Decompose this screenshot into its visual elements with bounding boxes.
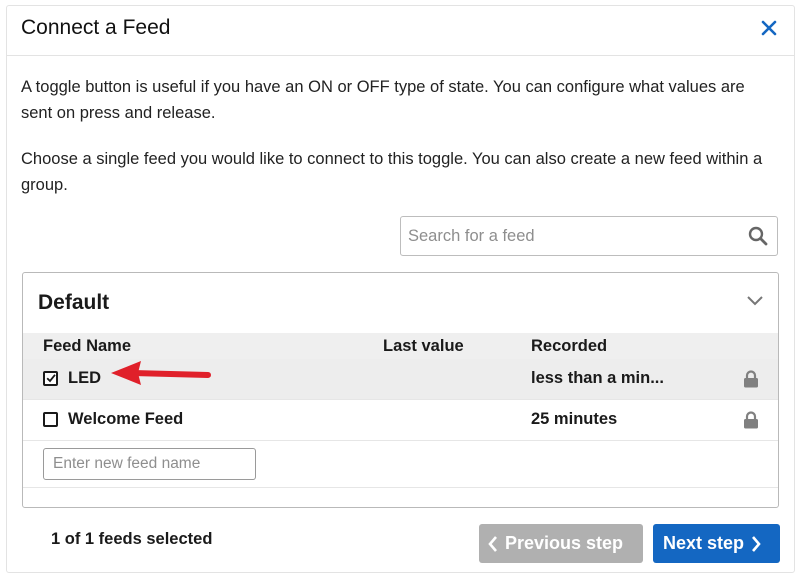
selection-status: 1 of 1 feeds selected bbox=[51, 530, 213, 548]
table-row[interactable]: Welcome Feed 25 minutes bbox=[23, 400, 778, 441]
chevron-down-icon[interactable] bbox=[746, 294, 764, 312]
annotation-arrow bbox=[111, 361, 211, 385]
chevron-right-icon bbox=[752, 535, 761, 552]
feed-group-default: Default Feed Name Last value Recorded LE… bbox=[22, 272, 779, 508]
connect-feed-dialog: Connect a Feed A toggle button is useful… bbox=[6, 5, 795, 573]
group-title: Default bbox=[38, 291, 110, 314]
dialog-title: Connect a Feed bbox=[21, 16, 171, 39]
lock-icon bbox=[743, 370, 759, 393]
next-step-label: Next step bbox=[663, 533, 745, 553]
new-feed-row bbox=[23, 441, 778, 488]
feed-name: LED bbox=[68, 369, 101, 387]
search-box bbox=[400, 216, 778, 256]
intro-paragraph-2: Choose a single feed you would like to c… bbox=[21, 150, 763, 194]
previous-step-button[interactable]: Previous step bbox=[479, 524, 643, 563]
chevron-left-icon bbox=[488, 535, 497, 552]
dialog-header: Connect a Feed bbox=[7, 6, 794, 56]
close-icon[interactable] bbox=[758, 17, 780, 39]
feed-checkbox-welcome-feed[interactable] bbox=[43, 412, 58, 427]
intro-paragraph-1: A toggle button is useful if you have an… bbox=[21, 78, 745, 122]
new-feed-name-input[interactable] bbox=[43, 448, 256, 480]
column-header-feed-name: Feed Name bbox=[43, 337, 132, 355]
feed-recorded: 25 minutes bbox=[531, 410, 618, 428]
search-icon[interactable] bbox=[748, 226, 768, 251]
column-header-last-value: Last value bbox=[383, 337, 464, 355]
previous-step-label: Previous step bbox=[505, 533, 624, 553]
feed-name: Welcome Feed bbox=[68, 410, 184, 428]
feed-recorded: less than a min... bbox=[531, 369, 664, 387]
lock-icon bbox=[743, 411, 759, 434]
column-header-recorded: Recorded bbox=[531, 337, 608, 355]
feed-checkbox-led[interactable] bbox=[43, 371, 58, 386]
search-input[interactable] bbox=[401, 217, 755, 255]
next-step-button[interactable]: Next step bbox=[653, 524, 780, 563]
